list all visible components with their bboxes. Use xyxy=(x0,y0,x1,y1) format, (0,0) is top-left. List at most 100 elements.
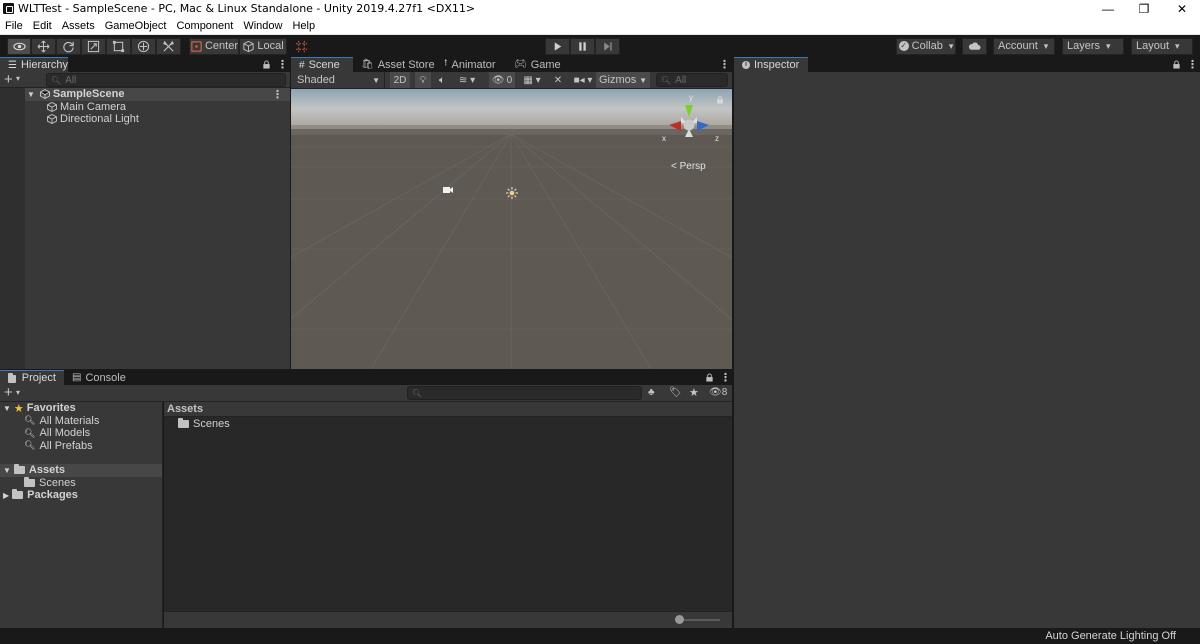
close-button[interactable]: ✕ xyxy=(1164,0,1200,18)
inspector-panel xyxy=(734,72,1200,628)
snap-grid-button[interactable] xyxy=(291,37,311,55)
light-gizmo-icon[interactable] xyxy=(506,187,518,199)
move-tool-button[interactable] xyxy=(31,37,56,55)
menu-window[interactable]: Window xyxy=(243,20,282,32)
project-search-field[interactable]: 🔍︎ xyxy=(407,386,642,400)
favorites-star-icon: ★ xyxy=(13,402,24,415)
custom-tool-button[interactable] xyxy=(156,37,181,55)
favorites-item-all-materials[interactable]: 🔍︎ All Materials xyxy=(24,415,99,428)
add-dropdown-chevron-icon[interactable]: ▾ xyxy=(16,74,20,83)
orientation-gizmo[interactable] xyxy=(659,101,719,149)
scene-row[interactable]: ▼ SampleScene ⋮ xyxy=(25,88,290,101)
scene-search-field[interactable]: 🔍︎ All xyxy=(656,73,728,87)
hierarchy-search-field[interactable]: 🔍︎ All xyxy=(46,73,286,87)
rotate-tool-button[interactable] xyxy=(56,37,81,55)
favorite-star-icon[interactable]: ★ xyxy=(689,386,699,399)
all-models-label: All Models xyxy=(39,427,91,440)
menu-file[interactable]: File xyxy=(5,20,23,32)
assets-row[interactable]: ▼ Assets xyxy=(0,464,162,477)
breadcrumb[interactable]: Assets xyxy=(164,402,732,417)
tab-console[interactable]: ▤ Console xyxy=(64,370,134,385)
icon-size-slider-track[interactable] xyxy=(678,619,720,621)
hierarchy-item-directional-light[interactable]: Directional Light xyxy=(47,113,139,126)
step-button[interactable] xyxy=(595,37,620,55)
mode-2d-toggle[interactable]: 2D xyxy=(390,72,410,88)
shading-mode-label: Shaded xyxy=(297,74,335,86)
collapse-arrow-icon[interactable]: ▶ xyxy=(3,491,9,500)
search-by-type-icon[interactable]: ♣ xyxy=(648,387,655,398)
collab-dropdown[interactable]: ✓ Collab xyxy=(896,37,956,55)
icon-size-slider-thumb[interactable] xyxy=(675,615,684,624)
tab-inspector[interactable]: i Inspector xyxy=(734,57,808,72)
space-toggle[interactable]: Local xyxy=(239,37,287,55)
lighting-status[interactable]: Auto Generate Lighting Off xyxy=(1045,630,1176,642)
folder-item-scenes[interactable]: Scenes xyxy=(24,476,76,490)
favorites-item-all-models[interactable]: 🔍︎ All Models xyxy=(24,427,90,440)
menu-component[interactable]: Component xyxy=(176,20,233,32)
scale-tool-button[interactable] xyxy=(81,37,106,55)
hierarchy-item-main-camera[interactable]: Main Camera xyxy=(47,101,126,114)
expand-arrow-icon[interactable]: ▼ xyxy=(3,466,11,475)
tab-animator[interactable]: ⭫ Animator xyxy=(436,57,504,72)
animator-icon: ⭫ xyxy=(444,58,448,69)
perspective-toggle[interactable]: < Persp xyxy=(671,161,706,172)
menu-gameobject[interactable]: GameObject xyxy=(105,20,167,32)
window-title-bar: WLTTest - SampleScene - PC, Mac & Linux … xyxy=(0,0,1200,18)
play-button[interactable] xyxy=(545,37,570,55)
gizmos-dropdown[interactable]: Gizmos ▼ xyxy=(596,72,650,88)
menu-edit[interactable]: Edit xyxy=(33,20,52,32)
scene-viewport[interactable]: y x z < Persp xyxy=(291,89,732,369)
tab-hierarchy[interactable]: ☰ Hierarchy xyxy=(0,57,68,72)
kebab-menu-icon[interactable]: ⋮ xyxy=(277,58,288,71)
create-dropdown-chevron-icon[interactable]: ▾ xyxy=(16,388,20,397)
favorites-row[interactable]: ▼ ★ Favorites xyxy=(3,402,76,415)
scene-kebab-icon[interactable]: ⋮ xyxy=(272,88,283,101)
shading-mode-dropdown[interactable]: Shaded ▼ xyxy=(293,72,385,88)
menu-help[interactable]: Help xyxy=(292,20,315,32)
scene-kebab-menu-icon[interactable]: ⋮ xyxy=(719,58,730,71)
pivot-toggle[interactable]: Center xyxy=(189,37,239,55)
tools-cross-icon: ✕ xyxy=(553,74,563,86)
expand-arrow-icon[interactable]: ▼ xyxy=(27,90,35,99)
camera-gizmo-icon[interactable] xyxy=(442,185,454,194)
lock-icon[interactable] xyxy=(1172,60,1181,69)
cloud-button[interactable] xyxy=(962,37,987,55)
restore-button[interactable]: ❐ xyxy=(1126,0,1162,18)
lock-icon[interactable] xyxy=(262,60,271,69)
kebab-menu-icon[interactable]: ⋮ xyxy=(1187,58,1198,71)
collab-check-icon: ✓ xyxy=(898,41,909,51)
tab-scene[interactable]: # Scene xyxy=(291,57,353,72)
lighting-toggle[interactable]: 💡︎ xyxy=(415,72,431,88)
view-tool-button[interactable] xyxy=(7,37,31,55)
tools-toggle[interactable]: ✕ xyxy=(552,72,564,88)
pause-button[interactable] xyxy=(570,37,595,55)
add-object-icon[interactable]: + xyxy=(4,71,13,88)
tab-asset-store[interactable]: 🛍︎ Asset Store xyxy=(353,57,443,72)
camera-dropdown[interactable]: ■◂ ▾ xyxy=(571,72,595,88)
favorites-item-all-prefabs[interactable]: 🔍︎ All Prefabs xyxy=(24,440,93,453)
transform-tool-button[interactable] xyxy=(131,37,156,55)
expand-arrow-icon[interactable]: ▼ xyxy=(3,404,11,413)
layout-dropdown[interactable]: Layout xyxy=(1131,37,1193,55)
hidden-objects-toggle[interactable]: 👁︎ 0 xyxy=(489,72,515,88)
contents-item-scenes[interactable]: Scenes xyxy=(178,418,230,431)
tab-project[interactable]: Project xyxy=(0,370,64,385)
hidden-packages-toggle[interactable]: 👁︎8 xyxy=(709,387,727,398)
tab-game[interactable]: 🎮︎ Game xyxy=(506,57,569,72)
kebab-menu-icon[interactable]: ⋮ xyxy=(720,371,731,384)
minimize-button[interactable]: — xyxy=(1090,0,1126,18)
rect-tool-button[interactable] xyxy=(106,37,131,55)
search-by-label-icon[interactable]: 🏷︎ xyxy=(669,387,682,398)
audio-toggle[interactable]: 🔈︎ xyxy=(434,72,450,88)
axis-y-label: y xyxy=(689,93,693,102)
menu-assets[interactable]: Assets xyxy=(62,20,95,32)
grid-visibility-dropdown[interactable]: ▦ ▾ xyxy=(518,72,546,88)
create-asset-icon[interactable]: + xyxy=(4,385,13,400)
layers-dropdown[interactable]: Layers xyxy=(1062,37,1124,55)
main-toolbar: Center Local ✓ Collab Account Layers Lay… xyxy=(0,35,1200,57)
effects-dropdown[interactable]: ≋ ▾ xyxy=(453,72,481,88)
packages-row[interactable]: ▶ Packages xyxy=(3,489,78,502)
account-dropdown[interactable]: Account xyxy=(993,37,1055,55)
gizmo-lock-icon[interactable] xyxy=(716,96,724,104)
lock-icon[interactable] xyxy=(705,373,714,382)
